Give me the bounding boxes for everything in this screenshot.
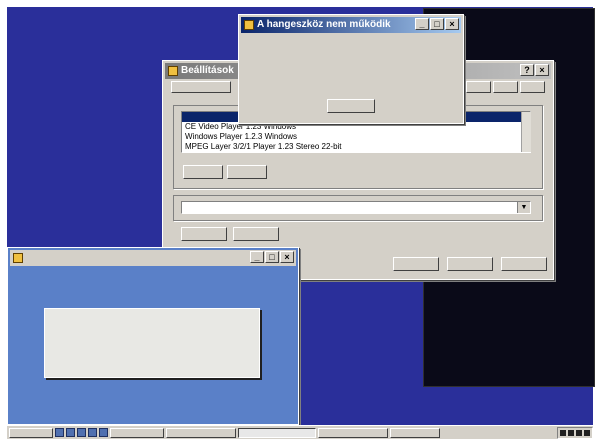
tray-icon[interactable]: [576, 429, 582, 436]
tab-1[interactable]: [171, 81, 231, 93]
maximize-button[interactable]: □: [265, 251, 279, 263]
tray-icon[interactable]: [560, 429, 566, 436]
tray-icon[interactable]: [584, 429, 590, 436]
codec-list-item[interactable]: MPEG Layer 3/2/1 Player 1.23 Stereo 22-b…: [182, 142, 530, 152]
list-scrollbar[interactable]: [521, 112, 531, 152]
help-button[interactable]: ?: [520, 64, 534, 76]
quicklaunch-icon-2[interactable]: [66, 428, 75, 437]
tab-3[interactable]: [493, 81, 518, 93]
audio-warning-title: A hangeszköz nem működik: [257, 19, 391, 30]
warning-icon: [244, 20, 254, 30]
ok-button[interactable]: [393, 257, 439, 271]
start-button[interactable]: [9, 427, 53, 438]
minimize-button[interactable]: _: [250, 251, 264, 263]
warning-ok-button[interactable]: [327, 99, 375, 113]
quicklaunch-icon-5[interactable]: [99, 428, 108, 437]
device-combo[interactable]: ▼: [181, 201, 531, 214]
audio-warning-dialog: A hangeszköz nem működik _ □ ×: [238, 14, 464, 124]
lower-window-titlebar[interactable]: _ □ ×: [10, 250, 296, 266]
minimize-button[interactable]: _: [415, 18, 429, 30]
codec-list-item[interactable]: Windows Player 1.2.3 Windows: [182, 132, 530, 142]
taskbar-item-4[interactable]: [318, 427, 388, 438]
app-icon: [13, 253, 23, 263]
tray-icon[interactable]: [568, 429, 574, 436]
app-icon: [168, 66, 178, 76]
close-button[interactable]: ×: [445, 18, 459, 30]
taskbar-item-3[interactable]: [238, 427, 316, 438]
lower-window: _ □ ×: [7, 247, 299, 425]
maximize-button[interactable]: □: [430, 18, 444, 30]
tab-2[interactable]: [466, 81, 491, 93]
taskbar-item-2[interactable]: [166, 427, 236, 438]
taskbar-item-5[interactable]: [390, 427, 440, 438]
left-button-1[interactable]: [181, 227, 227, 241]
system-tray: [557, 426, 593, 439]
settings-title: Beállítások: [181, 65, 234, 76]
remove-button[interactable]: [227, 165, 267, 179]
quicklaunch-icon-3[interactable]: [77, 428, 86, 437]
cancel-button[interactable]: [447, 257, 493, 271]
apply-button[interactable]: [501, 257, 547, 271]
quicklaunch-icon-1[interactable]: [55, 428, 64, 437]
taskbar: [7, 425, 593, 439]
add-button[interactable]: [183, 165, 223, 179]
close-button[interactable]: ×: [535, 64, 549, 76]
close-button[interactable]: ×: [280, 251, 294, 263]
left-button-2[interactable]: [233, 227, 279, 241]
tab-4[interactable]: [520, 81, 545, 93]
confirm-box: [44, 308, 260, 378]
taskbar-item-1[interactable]: [110, 427, 164, 438]
audio-warning-titlebar[interactable]: A hangeszköz nem működik _ □ ×: [241, 17, 461, 33]
chevron-down-icon[interactable]: ▼: [517, 202, 530, 213]
quicklaunch-icon-4[interactable]: [88, 428, 97, 437]
